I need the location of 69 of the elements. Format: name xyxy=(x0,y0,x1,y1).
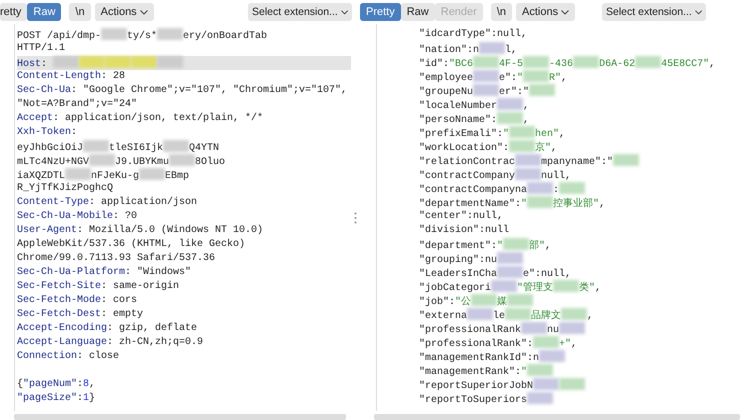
actions-button[interactable]: Actions xyxy=(94,3,154,21)
scrollbar[interactable] xyxy=(374,414,740,420)
code-line: "LeadersInCha e":null, xyxy=(419,266,754,280)
code-line: "workLocation": 京", xyxy=(419,140,754,154)
code-line: "division":null xyxy=(419,224,510,238)
drag-handle-icon[interactable] xyxy=(354,212,357,224)
code-line: Connection: close xyxy=(17,350,120,364)
code-line: {"pageNum":8, xyxy=(17,378,96,392)
view-tab[interactable]: Raw xyxy=(27,3,62,21)
code-line: "nation":n l, xyxy=(419,42,754,56)
chevron-icon xyxy=(340,10,348,14)
code-line: "prefixEmali":" hen", xyxy=(419,126,754,140)
code-line: "center":null, xyxy=(419,210,504,224)
view-tab[interactable]: Raw xyxy=(400,3,435,21)
view-tab[interactable]: Pretty xyxy=(360,3,401,21)
code-line: eyJhbGciOiJ tleSI6Ijk Q4YTN xyxy=(17,140,351,154)
chevron-icon xyxy=(561,10,570,14)
scrollbar[interactable] xyxy=(14,414,346,420)
code-line: Sec-Ch-Ua: "Google Chrome";v="107", "Chromium";v="107", xyxy=(17,84,348,98)
code-line: "jobCategori "管理支 类", xyxy=(419,280,754,294)
code-line: "professionalRank": +", xyxy=(419,336,754,350)
code-line: User-Agent: Mozilla/5.0 (Windows NT 10.0) xyxy=(17,224,264,238)
code-line: "department":" 部", xyxy=(419,238,754,252)
code-line: POST /api/dmp- ty/s* ery/onBoardTab xyxy=(17,28,351,42)
code-line: AppleWebKit/537.36 (KHTML, like Gecko) xyxy=(17,238,246,252)
code-line: "externa le 品牌文 , xyxy=(419,308,754,322)
newline-toggle[interactable]: \n xyxy=(490,3,512,21)
newline-toggle[interactable]: \n xyxy=(69,3,91,21)
extension-select[interactable]: Select extension... xyxy=(602,3,706,21)
chevron-icon xyxy=(694,10,702,14)
code-line: "relationContrac mpanyname":" xyxy=(419,154,754,168)
code-line: "employee e":" R", xyxy=(419,70,754,84)
code-line: Sec-Ch-Ua-Platform: "Windows" xyxy=(17,266,192,280)
code-line: Chrome/99.0.7113.93 Safari/537.36 xyxy=(17,252,216,266)
code-line: "managementRank":" xyxy=(419,364,754,378)
code-line: "pageSize":1} xyxy=(17,392,96,406)
code-line: "contractCompany null, xyxy=(419,168,754,182)
code-line: Accept: application/json, text/plain, */* xyxy=(17,112,264,126)
code-line: mLTc4NzU+NGV J9.UBYKmu 8Oluo xyxy=(17,154,351,168)
view-tab[interactable]: retty xyxy=(0,3,28,21)
code-line: "professionalRank nu xyxy=(419,322,754,336)
code-line: Accept-Language: zh-CN,zh;q=0.9 xyxy=(17,336,204,350)
code-line: "job":"公 媒 xyxy=(419,294,754,308)
code-line: Content-Length: 28 xyxy=(17,70,126,84)
extension-select[interactable]: Select extension... xyxy=(248,3,352,21)
code-line: HTTP/1.1 xyxy=(17,42,66,56)
code-line: Sec-Fetch-Dest: empty xyxy=(17,308,144,322)
code-line: "persoNname": , xyxy=(419,112,754,126)
code-line: Xxh-Token: xyxy=(17,126,78,140)
code-line: "reportSuperiorJobN xyxy=(419,378,754,392)
code-line: Sec-Ch-Ua-Mobile: ?0 xyxy=(17,210,138,224)
code-line: "grouping":nu xyxy=(419,252,754,266)
code-line: iaXQZDTL nFJeKu-g EBmp xyxy=(17,168,351,182)
code-line: "groupeNu er":" xyxy=(419,84,754,98)
code-line: "contractCompanyna : xyxy=(419,182,754,196)
code-line: "reportToSuperiors xyxy=(419,392,754,406)
code-line: Content-Type: application/json xyxy=(17,196,198,210)
actions-button[interactable]: Actions xyxy=(516,3,576,21)
code-line: "Not=A?Brand";v="24" xyxy=(17,98,138,112)
code-line: R_YjTfKJizPoghcQ xyxy=(17,182,114,196)
chevron-icon xyxy=(140,10,148,14)
code-line: "localeNumber , xyxy=(419,98,754,112)
code-line: "managementRankId":n xyxy=(419,350,754,364)
code-line: Accept-Encoding: gzip, deflate xyxy=(17,322,198,336)
code-line: "departmentName":" 控事业部", xyxy=(419,196,754,210)
code-line: "idcardType":null, xyxy=(419,28,528,42)
code-line: "id":"BC6 4F-5 -436 D6A-62 45E8CC7", xyxy=(419,56,754,70)
code-line: Sec-Fetch-Mode: cors xyxy=(17,294,138,308)
code-line: Sec-Fetch-Site: same-origin xyxy=(17,280,180,294)
